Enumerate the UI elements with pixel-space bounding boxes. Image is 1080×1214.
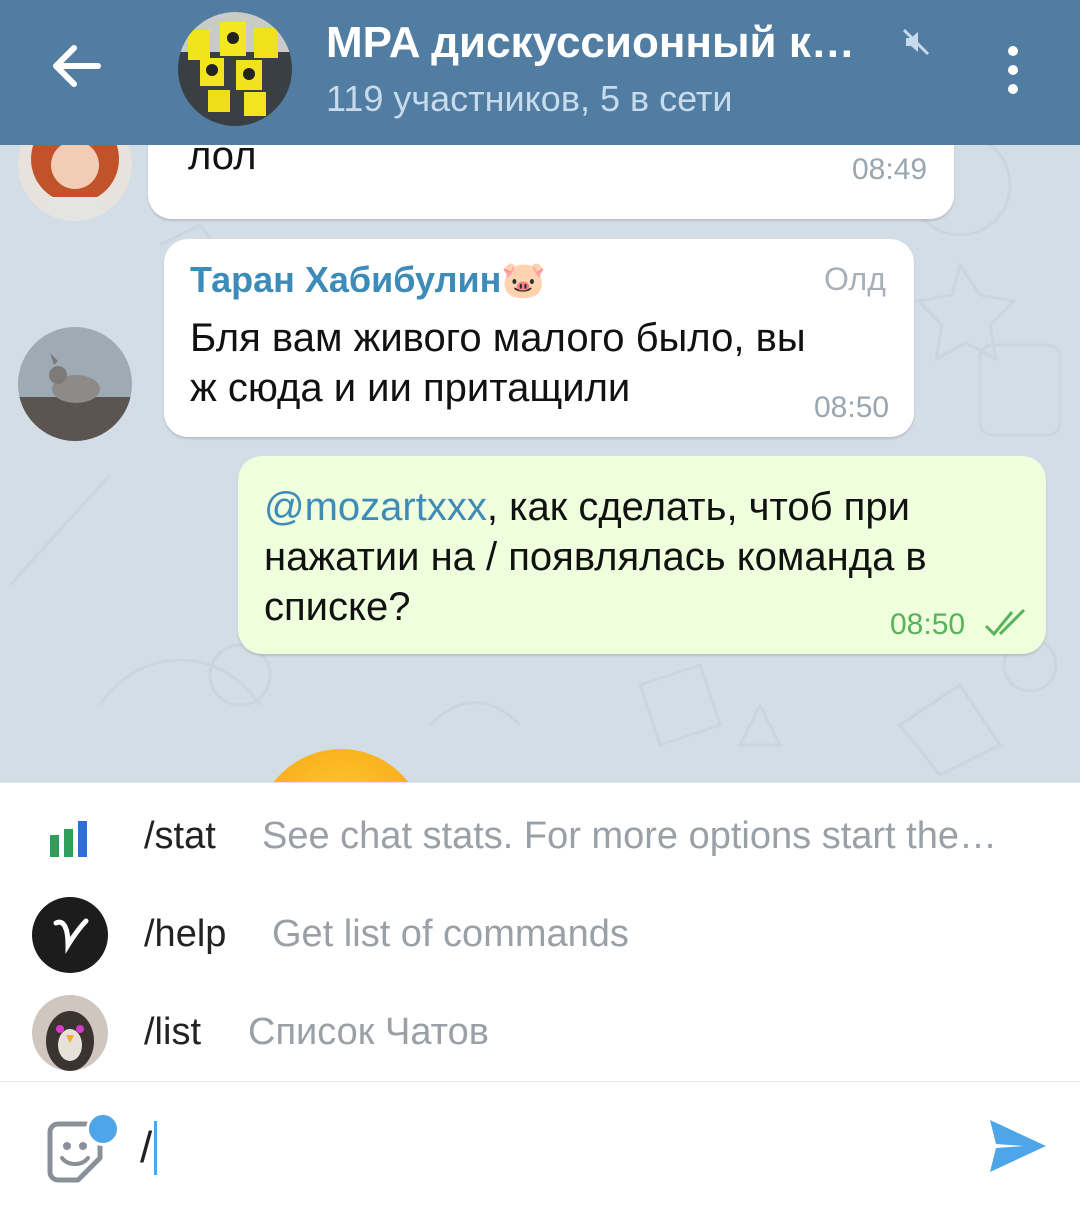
command-suggestions: /stat See chat stats. For more options s… <box>0 782 1080 1081</box>
send-icon <box>990 1120 1046 1172</box>
command-item-list[interactable]: /list Список Чатов <box>0 985 1080 1081</box>
command-item-stat[interactable]: /stat See chat stats. For more options s… <box>0 789 1080 885</box>
message-time: 08:50 <box>814 391 890 424</box>
member-count: 119 участников, 5 в сети <box>326 78 733 119</box>
sender-name[interactable]: Таран Хабибулин🐷 <box>190 259 546 301</box>
group-avatar[interactable] <box>178 12 292 126</box>
notification-dot <box>86 1112 120 1146</box>
outgoing-message-bubble[interactable]: @mozartxxx, как сделать, чтоб при нажати… <box>238 456 1046 654</box>
message-bubble[interactable]: лол 08:49 <box>148 145 954 219</box>
message-text: лол <box>188 145 257 178</box>
more-menu-button[interactable] <box>996 40 1032 100</box>
text-caret <box>154 1121 158 1175</box>
double-check-icon <box>984 608 1026 637</box>
command-description: Список Чатов <box>248 1011 489 1053</box>
user-mention[interactable]: @mozartxxx <box>264 485 487 529</box>
message-bubble[interactable]: Таран Хабибулин🐷 Олд Бля вам живого мало… <box>164 239 914 437</box>
falcon-avatar-icon <box>32 995 108 1071</box>
command-item-help[interactable]: /help Get list of commands <box>0 887 1080 983</box>
message-list[interactable]: лол 08:49 Таран Хабибулин🐷 Олд Бля вам ж… <box>0 145 1080 785</box>
muted-icon <box>900 26 932 63</box>
command-name: /list <box>144 1011 201 1053</box>
message-input[interactable]: / <box>140 1116 158 1180</box>
sender-avatar[interactable] <box>18 327 132 441</box>
message-composer: / <box>0 1080 1080 1214</box>
command-name: /help <box>144 913 227 955</box>
pig-emoji: 🐷 <box>501 259 547 300</box>
v-logo-icon <box>32 897 108 973</box>
chat-header: MPA дискуссионный к… 119 участников, 5 в… <box>0 0 1080 145</box>
send-button[interactable] <box>986 1116 1050 1181</box>
member-role-badge: Олд <box>824 261 886 297</box>
command-name: /stat <box>144 815 216 857</box>
command-description: Get list of commands <box>272 913 629 955</box>
message-text: Бля вам живого малого было, вы ж сюда и … <box>190 316 806 410</box>
message-time: 08:49 <box>852 153 928 186</box>
bar-chart-icon <box>46 815 96 859</box>
message-time: 08:50 <box>890 608 966 641</box>
message-text: @mozartxxx, как сделать, чтоб при нажати… <box>264 485 927 629</box>
arrow-left-icon <box>53 45 101 87</box>
chat-title[interactable]: MPA дискуссионный к… <box>326 18 855 68</box>
back-button[interactable] <box>40 30 112 102</box>
command-description: See chat stats. For more options start t… <box>262 815 997 857</box>
